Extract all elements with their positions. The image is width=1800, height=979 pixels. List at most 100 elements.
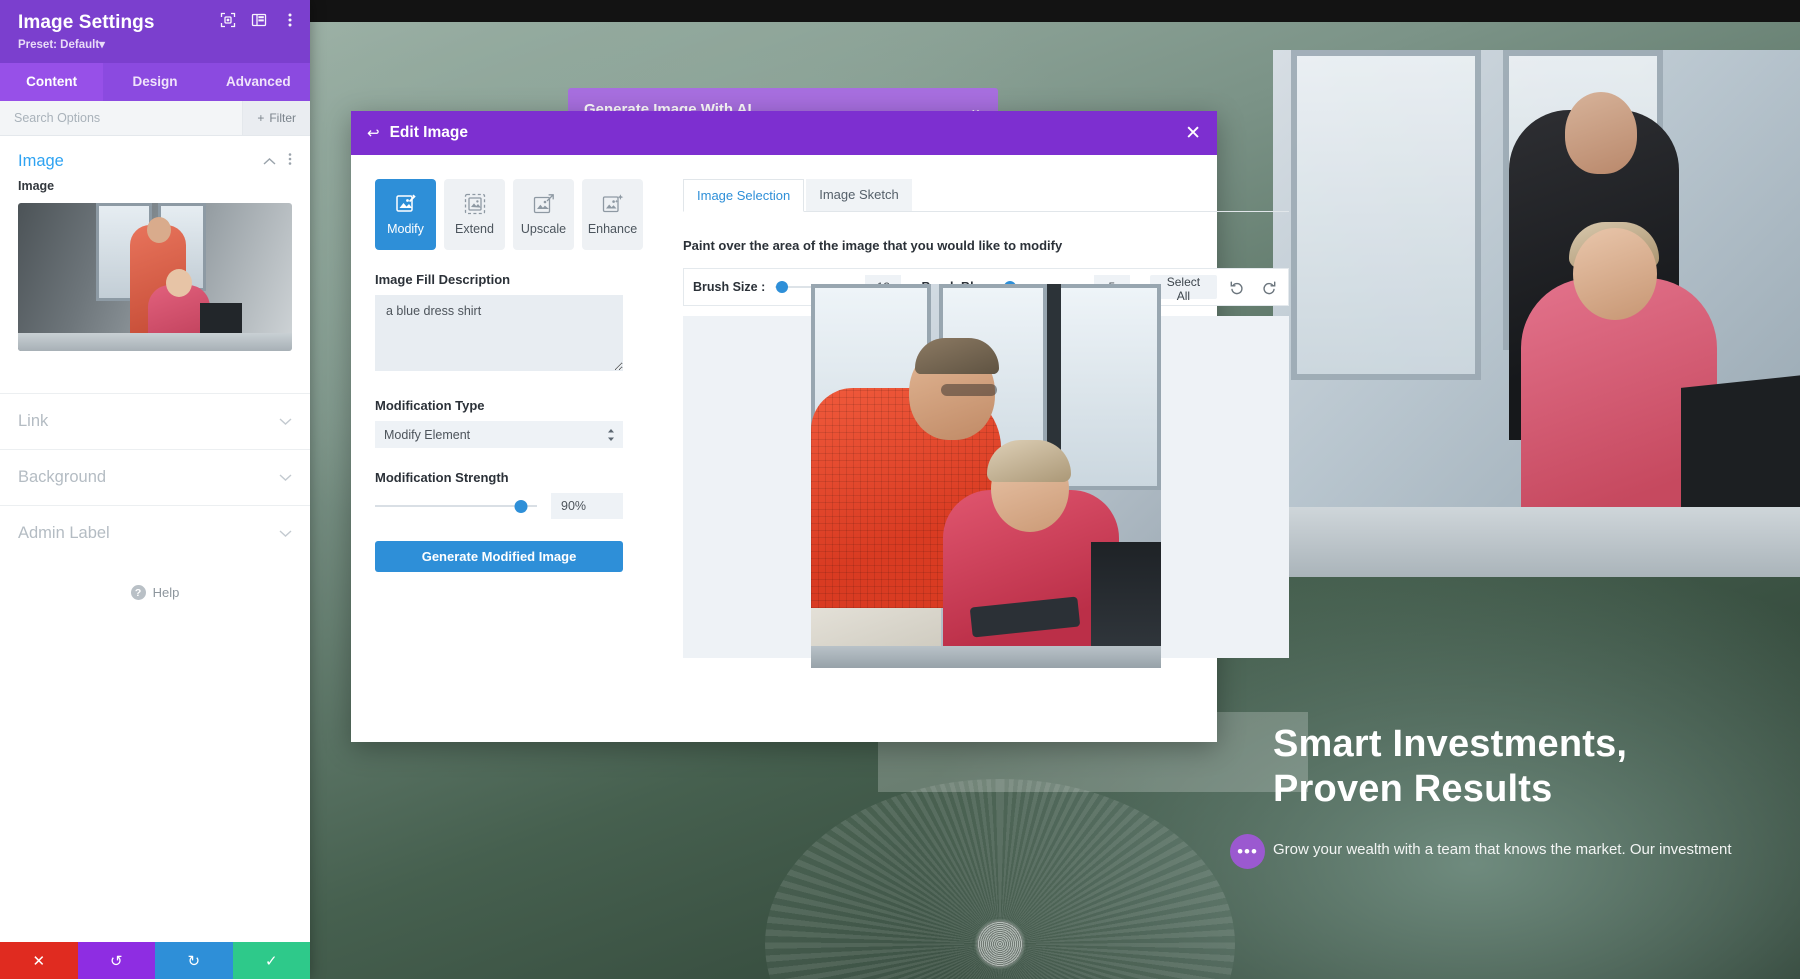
slider-knob[interactable] bbox=[775, 281, 788, 293]
layout-icon[interactable] bbox=[251, 12, 267, 28]
modification-type-label: Modification Type bbox=[375, 398, 485, 413]
modification-strength-slider[interactable] bbox=[375, 498, 537, 514]
undo-icon[interactable] bbox=[1227, 276, 1248, 298]
redo-icon: ↻ bbox=[187, 952, 201, 970]
panel-tabs: Content Design Advanced bbox=[0, 63, 310, 101]
undo-button[interactable]: ↺ bbox=[77, 942, 155, 979]
modification-strength-row: 90% bbox=[375, 493, 623, 519]
hero-photo bbox=[1273, 50, 1800, 577]
section-more-options-icon[interactable] bbox=[288, 152, 292, 171]
sidebar-section-link[interactable]: Link bbox=[0, 393, 310, 449]
thumb-woman-head bbox=[166, 269, 192, 297]
sidebar-section-link-label: Link bbox=[18, 412, 49, 430]
image-upscale-icon bbox=[533, 193, 555, 215]
photo-woman-head bbox=[1573, 228, 1657, 320]
image-enhance-icon bbox=[602, 193, 624, 215]
help-link[interactable]: ? Help bbox=[0, 561, 310, 624]
photo-man-head bbox=[1565, 92, 1637, 174]
mode-enhance-button[interactable]: Enhance bbox=[582, 179, 643, 250]
image-edit-icon bbox=[395, 193, 417, 215]
preset-selector[interactable]: Preset: Default▾ bbox=[18, 37, 294, 51]
sidebar-section-admin-label-label: Admin Label bbox=[18, 524, 110, 542]
hero-heading-line2: Proven Results bbox=[1273, 767, 1553, 810]
panel-header-icons bbox=[220, 12, 298, 28]
thumb-man-head bbox=[147, 217, 171, 243]
plus-icon: + bbox=[257, 111, 265, 125]
thumb-table bbox=[18, 333, 292, 351]
canvas-table bbox=[810, 646, 1161, 668]
mode-upscale-label: Upscale bbox=[520, 222, 567, 236]
photo-table bbox=[1273, 507, 1800, 577]
back-arrow-icon[interactable]: ↩ bbox=[367, 126, 380, 141]
chat-fab-button[interactable]: ••• bbox=[1230, 834, 1265, 869]
mode-modify-label: Modify bbox=[387, 222, 424, 236]
save-button[interactable]: ✓ bbox=[232, 942, 310, 979]
preset-label: Preset: Default bbox=[18, 39, 100, 51]
preset-caret-icon: ▾ bbox=[99, 39, 105, 51]
panel-header: Image Settings Preset: Default▾ bbox=[0, 0, 310, 63]
modification-strength-label: Modification Strength bbox=[375, 470, 509, 485]
panel-body: Image Image Link Background Admin Label … bbox=[0, 136, 310, 942]
image-field-label: Image bbox=[18, 179, 55, 193]
image-fill-description-label: Image Fill Description bbox=[375, 272, 511, 287]
section-header-image: Image bbox=[0, 136, 310, 179]
modification-type-select[interactable]: Modify Element bbox=[375, 421, 623, 448]
browser-topbar bbox=[310, 0, 1800, 22]
slider-knob[interactable] bbox=[514, 500, 528, 513]
modification-strength-value[interactable]: 90% bbox=[551, 493, 623, 519]
mode-upscale-button[interactable]: Upscale bbox=[513, 179, 574, 250]
help-label: Help bbox=[152, 585, 180, 600]
tab-image-selection[interactable]: Image Selection bbox=[683, 179, 805, 212]
focus-icon[interactable] bbox=[220, 12, 236, 28]
chat-dots-icon: ••• bbox=[1237, 842, 1258, 861]
tab-content[interactable]: Content bbox=[0, 63, 104, 101]
brush-size-label: Brush Size : bbox=[693, 280, 766, 294]
image-fill-description-input[interactable] bbox=[375, 295, 623, 371]
search-row: + Filter bbox=[0, 101, 310, 136]
sidebar-section-background[interactable]: Background bbox=[0, 449, 310, 505]
canvas-window bbox=[1054, 284, 1161, 490]
more-options-icon[interactable] bbox=[282, 12, 298, 28]
selection-tabs: Image Selection Image Sketch bbox=[683, 179, 1289, 212]
image-expand-icon bbox=[464, 193, 486, 215]
chevron-up-icon[interactable] bbox=[263, 153, 276, 171]
mode-enhance-label: Enhance bbox=[587, 222, 638, 236]
mode-extend-button[interactable]: Extend bbox=[444, 179, 505, 250]
chevron-down-icon bbox=[279, 525, 292, 543]
question-mark-icon: ? bbox=[130, 585, 146, 600]
mode-modify-button[interactable]: Modify bbox=[375, 179, 436, 250]
redo-icon[interactable] bbox=[1258, 276, 1279, 298]
chevron-down-icon bbox=[279, 469, 292, 487]
tab-design[interactable]: Design bbox=[103, 63, 206, 101]
search-input[interactable] bbox=[0, 101, 243, 135]
canvas-man-glasses bbox=[940, 384, 997, 396]
check-icon: ✓ bbox=[264, 952, 278, 970]
paint-instruction-text: Paint over the area of the image that yo… bbox=[683, 238, 1063, 253]
discard-button[interactable]: ✕ bbox=[0, 942, 78, 979]
mode-button-row: Modify Extend Upscale Enhance bbox=[375, 179, 647, 250]
slider-track bbox=[375, 505, 537, 507]
tab-image-sketch[interactable]: Image Sketch bbox=[806, 179, 912, 211]
generate-modified-image-button[interactable]: Generate Modified Image bbox=[375, 541, 623, 572]
modification-type-wrapper: Modify Element bbox=[375, 421, 623, 448]
editable-image[interactable] bbox=[810, 284, 1161, 668]
close-icon[interactable]: ✕ bbox=[1185, 124, 1201, 143]
mode-extend-label: Extend bbox=[455, 222, 494, 236]
hero-heading-line1: Smart Investments, bbox=[1273, 723, 1628, 765]
filter-button[interactable]: + Filter bbox=[242, 101, 310, 135]
redo-button[interactable]: ↻ bbox=[155, 942, 233, 979]
sidebar-section-background-label: Background bbox=[18, 468, 107, 486]
tab-advanced[interactable]: Advanced bbox=[207, 63, 310, 101]
canvas-man-hair bbox=[914, 338, 999, 374]
modal-left-column: Modify Extend Upscale Enhance Image Fill… bbox=[375, 179, 647, 742]
image-canvas-area[interactable] bbox=[683, 284, 1289, 668]
photo-window bbox=[1291, 50, 1481, 380]
section-actions bbox=[263, 152, 292, 171]
modal-title: Edit Image bbox=[389, 124, 468, 141]
image-thumbnail[interactable] bbox=[18, 203, 292, 351]
undo-icon: ↺ bbox=[109, 952, 123, 970]
sidebar-section-admin-label[interactable]: Admin Label bbox=[0, 505, 310, 561]
filter-label: Filter bbox=[269, 111, 296, 125]
modal-header: ↩ Edit Image ✕ bbox=[351, 111, 1217, 155]
panel-footer-toolbar: ✕ ↺ ↻ ✓ bbox=[0, 942, 310, 979]
